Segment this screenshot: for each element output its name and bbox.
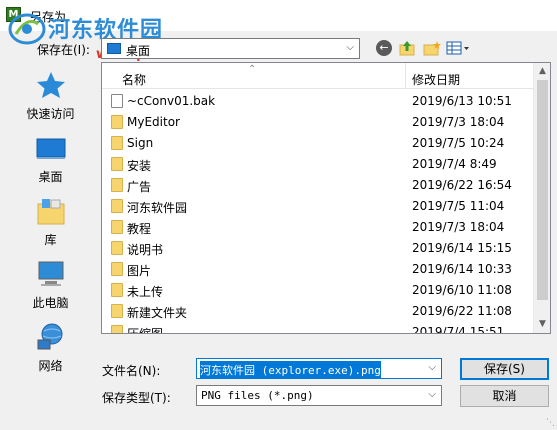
- filename-value: 河东软件园 (explorer.exe).png: [200, 361, 381, 379]
- file-row[interactable]: ~cConv01.bak 2019/6/13 10:51: [102, 90, 534, 111]
- column-header: ⌃ 名称 修改日期: [102, 63, 534, 89]
- folder-icon: [111, 178, 123, 192]
- file-row[interactable]: 未上传 2019/6/10 11:08: [102, 279, 534, 300]
- chevron-down-icon[interactable]: ⌵: [428, 362, 436, 373]
- file-row[interactable]: 河东软件园 2019/7/5 11:04: [102, 195, 534, 216]
- folder-icon: [111, 199, 123, 213]
- scroll-down-icon[interactable]: ▼: [534, 316, 550, 333]
- chevron-down-icon: ⌵: [428, 389, 436, 400]
- file-name: 河东软件园: [127, 201, 188, 215]
- file-date: 2019/7/5 11:04: [412, 199, 505, 213]
- scrollbar-thumb[interactable]: [537, 80, 548, 300]
- file-name: 压缩图: [127, 327, 164, 334]
- resize-grip-icon[interactable]: ⋱: [546, 418, 555, 428]
- file-name: 教程: [127, 222, 152, 236]
- column-name-header[interactable]: 名称: [122, 71, 146, 88]
- file-row[interactable]: 广告 2019/6/22 16:54: [102, 174, 534, 195]
- filetype-select[interactable]: PNG files (*.png) ⌵: [196, 385, 442, 406]
- scroll-up-icon[interactable]: ▲: [534, 63, 550, 80]
- file-name: Sign: [127, 136, 154, 150]
- save-in-value: 桌面: [126, 44, 151, 58]
- folder-icon: [111, 262, 123, 276]
- file-row[interactable]: 教程 2019/7/3 18:04: [102, 216, 534, 237]
- file-date: 2019/6/10 11:08: [412, 283, 512, 297]
- network-icon: [37, 323, 63, 350]
- sidebar-item-desktop[interactable]: 桌面: [10, 127, 91, 189]
- save-in-label: 保存在(I):: [37, 43, 90, 57]
- file-name: 安装: [127, 159, 152, 173]
- file-row[interactable]: MyEditor 2019/7/3 18:04: [102, 111, 534, 132]
- back-icon[interactable]: ←: [376, 40, 392, 56]
- sidebar-item-libraries[interactable]: 库: [10, 190, 91, 252]
- file-name: MyEditor: [127, 115, 180, 129]
- file-date: 2019/7/4 8:49: [412, 157, 497, 171]
- file-date: 2019/7/4 15:51: [412, 325, 505, 334]
- vertical-scrollbar[interactable]: ▲ ▼: [533, 63, 550, 333]
- folder-icon: [111, 115, 123, 129]
- file-icon: [111, 94, 123, 108]
- sidebar-item-label: 快速访问: [26, 107, 75, 121]
- file-date: 2019/6/22 16:54: [412, 178, 512, 192]
- save-button[interactable]: 保存(S): [460, 358, 549, 380]
- folder-icon: [111, 220, 123, 234]
- sidebar-item-label: 网络: [38, 359, 63, 373]
- folder-icon: [111, 325, 123, 333]
- file-name: 广告: [127, 180, 152, 194]
- save-in-dropdown[interactable]: 桌面 ⌵: [101, 38, 360, 59]
- file-row[interactable]: 压缩图 2019/7/4 15:51: [102, 321, 534, 334]
- file-name: 新建文件夹: [127, 306, 188, 320]
- file-name: 未上传: [127, 285, 164, 299]
- file-list[interactable]: ⌃ 名称 修改日期 ~cConv01.bak 2019/6/13 10:51 M…: [101, 62, 551, 334]
- quick-access-star-icon: [37, 72, 65, 98]
- filetype-value: PNG files (*.png): [201, 389, 314, 402]
- view-menu-icon[interactable]: [446, 40, 470, 56]
- sidebar-item-label: 此电脑: [32, 296, 69, 310]
- folder-icon: [111, 304, 123, 318]
- desktop-folder-icon: [107, 43, 121, 54]
- sidebar-item-quick-access[interactable]: 快速访问: [10, 64, 91, 126]
- folder-icon: [111, 136, 123, 150]
- file-date: 2019/7/5 10:24: [412, 136, 505, 150]
- file-date: 2019/6/13 10:51: [412, 94, 512, 108]
- file-date: 2019/6/14 15:15: [412, 241, 512, 255]
- column-date-header[interactable]: 修改日期: [412, 71, 460, 88]
- file-date: 2019/7/3 18:04: [412, 115, 505, 129]
- file-row[interactable]: 安装 2019/7/4 8:49: [102, 153, 534, 174]
- file-name: 图片: [127, 264, 152, 278]
- file-row[interactable]: Sign 2019/7/5 10:24: [102, 132, 534, 153]
- this-pc-icon: [38, 261, 64, 286]
- desktop-icon: [36, 138, 66, 159]
- cancel-button[interactable]: 取消: [460, 385, 549, 407]
- folder-icon: [111, 283, 123, 297]
- sidebar-item-label: 库: [44, 233, 57, 247]
- chevron-down-icon: ⌵: [346, 42, 354, 53]
- file-date: 2019/6/22 11:08: [412, 304, 512, 318]
- file-row[interactable]: 图片 2019/6/14 10:33: [102, 258, 534, 279]
- file-name: 说明书: [127, 243, 164, 257]
- folder-icon: [111, 241, 123, 255]
- up-folder-icon[interactable]: [399, 40, 415, 56]
- folder-icon: [111, 157, 123, 171]
- new-folder-icon[interactable]: [423, 40, 441, 56]
- sidebar-item-label: 桌面: [38, 170, 63, 184]
- libraries-icon: [37, 199, 65, 225]
- column-divider[interactable]: [405, 63, 406, 89]
- file-date: 2019/7/3 18:04: [412, 220, 505, 234]
- places-sidebar: 快速访问 桌面 库 此电脑 网络: [10, 64, 91, 379]
- sidebar-item-network[interactable]: 网络: [10, 316, 91, 378]
- filename-label: 文件名(N):: [102, 364, 161, 378]
- file-name: ~cConv01.bak: [127, 94, 216, 108]
- filetype-label: 保存类型(T):: [102, 391, 171, 405]
- file-date: 2019/6/14 10:33: [412, 262, 512, 276]
- file-row[interactable]: 说明书 2019/6/14 15:15: [102, 237, 534, 258]
- file-row[interactable]: 新建文件夹 2019/6/22 11:08: [102, 300, 534, 321]
- sidebar-item-this-pc[interactable]: 此电脑: [10, 253, 91, 315]
- sort-ascending-icon: ⌃: [248, 64, 257, 75]
- filename-input[interactable]: 河东软件园 (explorer.exe).png ⌵: [196, 358, 442, 379]
